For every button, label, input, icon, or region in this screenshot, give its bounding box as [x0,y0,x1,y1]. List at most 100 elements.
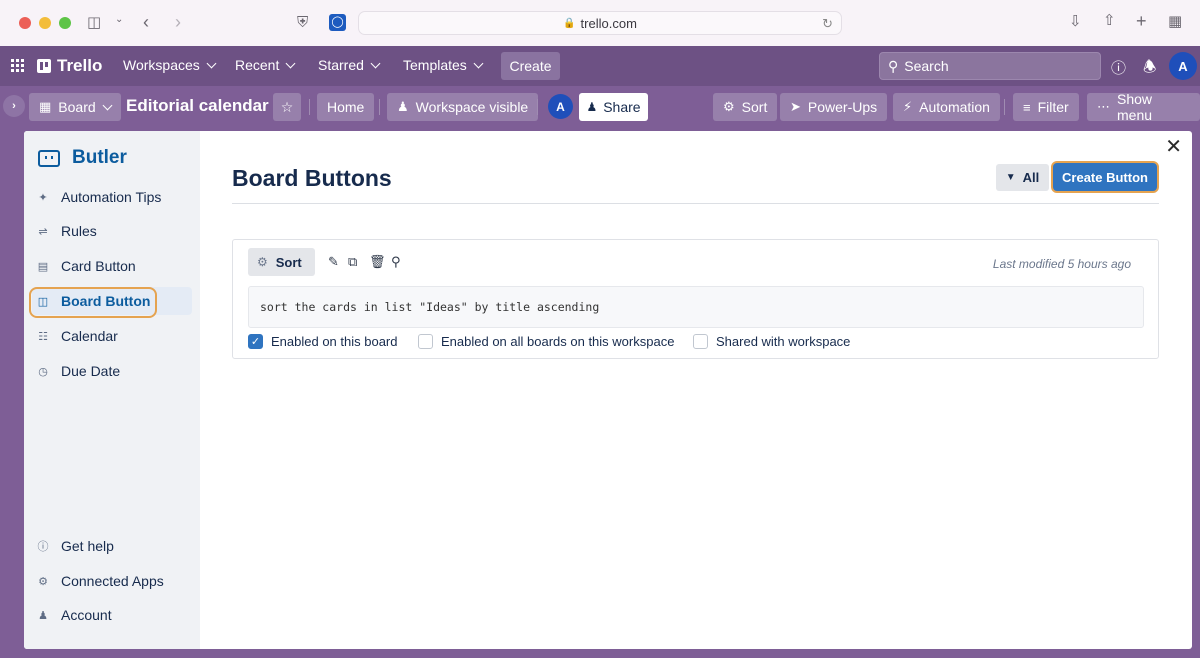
close-icon[interactable]: ✕ [1165,137,1182,157]
person-icon: ♟ [38,609,48,622]
search-placeholder: Search [904,58,949,74]
bell-icon[interactable]: 🕭 [1143,57,1156,82]
focus-highlight [29,287,157,318]
board-title[interactable]: Editorial calendar [126,96,269,116]
trello-logo[interactable]: Trello [37,56,102,76]
checkbox-label: Enabled on all boards on this workspace [441,334,675,349]
chevron-down-icon [102,100,113,110]
sidebar-item-get-help[interactable]: ⓘ Get help [32,532,192,560]
page-title: Board Buttons [232,165,392,191]
divider [537,99,538,115]
trash-icon[interactable]: 🗑 [369,254,386,270]
funnel-icon: ▼ [1005,172,1016,183]
search-input[interactable]: ⚲ Search [879,52,1101,80]
nav-recent[interactable]: Recent [235,57,296,73]
chevron-down-icon [285,58,296,68]
download-icon[interactable]: ⇩ [1069,14,1082,29]
url-text: trello.com [580,15,637,31]
checkbox-unchecked[interactable] [418,334,433,349]
expand-sidebar-button[interactable]: › [3,95,25,117]
sidebar-item-connected-apps[interactable]: ⚙ Connected Apps [32,567,192,595]
forward-icon[interactable]: › [175,13,181,31]
tab-overview-icon[interactable]: ▦ [1168,14,1182,29]
butler-title-text: Butler [72,147,127,168]
create-button-button[interactable]: Create Button [1051,161,1159,193]
show-menu-button[interactable]: ⋯ Show menu [1087,91,1200,123]
window-controls [19,17,71,29]
divider [1004,99,1005,115]
checkbox-checked[interactable]: ✓ [248,334,263,349]
butler-panel: Butler ✦ Automation Tips ⇌ Rules ▤ Card … [24,131,1192,649]
lightbulb-icon[interactable]: ⚲ [391,254,401,270]
logo-text: Trello [57,56,103,75]
member-avatar[interactable]: A [548,94,573,119]
sidebar-item-card-button[interactable]: ▤ Card Button [32,252,192,280]
view-label: Board [58,99,96,115]
back-icon[interactable]: ‹ [143,13,149,31]
sidebar-icon[interactable]: ◫ [87,15,101,30]
nav-label: Templates [403,57,467,73]
filter-all-button[interactable]: ▼ All [996,164,1049,191]
visibility-button[interactable]: ♟ Workspace visible [387,93,539,121]
sliders-icon: ⇌ [38,225,48,238]
powerups-button[interactable]: ➤ Power-Ups [780,93,888,121]
sidebar-item-label: Rules [61,223,97,239]
board-header: › ▦ Board Editorial calendar ☆ Home ♟ Wo… [0,86,1200,128]
chevron-down-icon[interactable]: ⌄ [115,15,123,25]
last-modified: Last modified 5 hours ago [992,257,1131,271]
nav-starred[interactable]: Starred [318,57,381,73]
sidebar-item-rules[interactable]: ⇌ Rules [32,217,192,245]
reload-icon[interactable]: ↻ [822,16,833,32]
close-window-button[interactable] [19,17,31,29]
board-button-card: ⚙ Sort ✎ ⧉ 🗑 ⚲ Last modified 5 hours ago… [232,239,1159,359]
robot-icon [38,149,60,167]
shield-icon[interactable]: ⛨ [297,15,308,30]
user-avatar[interactable]: A [1169,52,1197,80]
minimize-window-button[interactable] [39,17,51,29]
create-button[interactable]: Create [501,52,560,80]
board-view-switcher[interactable]: ▦ Board [29,93,121,121]
nav-templates[interactable]: Templates [403,57,484,73]
sidebar-item-account[interactable]: ♟ Account [32,601,192,629]
share-button[interactable]: ♟ Share [579,93,648,121]
butler-sidebar: Butler ✦ Automation Tips ⇌ Rules ▤ Card … [24,131,200,649]
gears-icon: ⚙ [257,255,268,269]
nav-label: Workspaces [123,57,200,73]
info-icon: ⓘ [37,541,49,553]
chevron-down-icon [206,58,217,68]
automation-button[interactable]: ⚡ Automation [893,93,1000,121]
shared-with-workspace-checkbox[interactable]: Shared with workspace [693,334,850,349]
sidebar-item-calendar[interactable]: ☷ Calendar [32,322,192,350]
sort-button[interactable]: ⚙ Sort [713,93,778,121]
share-icon[interactable]: ⇧ [1103,13,1116,28]
sparkle-icon: ✦ [38,191,48,204]
apps-grid-icon[interactable] [11,59,24,72]
filter-button[interactable]: ≡ Filter [1013,93,1079,121]
edit-icon[interactable]: ✎ [328,254,339,270]
rocket-icon: ➤ [790,99,801,114]
sidebar-item-due-date[interactable]: ◷ Due Date [32,357,192,385]
powerups-label: Power-Ups [807,99,878,115]
menu-label: Show menu [1117,91,1153,123]
command-text: sort the cards in list "Ideas" by title … [248,286,1144,328]
enabled-on-board-checkbox[interactable]: ✓ Enabled on this board [248,334,397,349]
filter-icon: ≡ [1023,99,1031,115]
sidebar-item-label: Connected Apps [61,573,164,589]
sidebar-item-automation-tips[interactable]: ✦ Automation Tips [32,183,192,211]
checkbox-unchecked[interactable] [693,334,708,349]
checkbox-label: Enabled on this board [271,334,398,349]
star-button[interactable]: ☆ [273,93,301,121]
home-button[interactable]: Home [317,93,375,121]
nav-workspaces[interactable]: Workspaces [123,57,217,73]
divider [309,99,310,115]
new-tab-icon[interactable]: + [1136,12,1147,30]
zoom-window-button[interactable] [59,17,71,29]
butler-title: Butler [38,147,127,169]
info-icon[interactable]: ⓘ [1111,57,1126,78]
enabled-on-all-boards-checkbox[interactable]: Enabled on all boards on this workspace [418,334,674,349]
address-bar[interactable]: 🔒 trello.com ↻ [358,11,842,35]
copy-icon[interactable]: ⧉ [348,254,357,270]
board-button-chip[interactable]: ⚙ Sort [248,248,315,276]
filter-all-label: All [1022,170,1040,185]
bitwarden-icon[interactable]: ◯ [329,14,346,31]
